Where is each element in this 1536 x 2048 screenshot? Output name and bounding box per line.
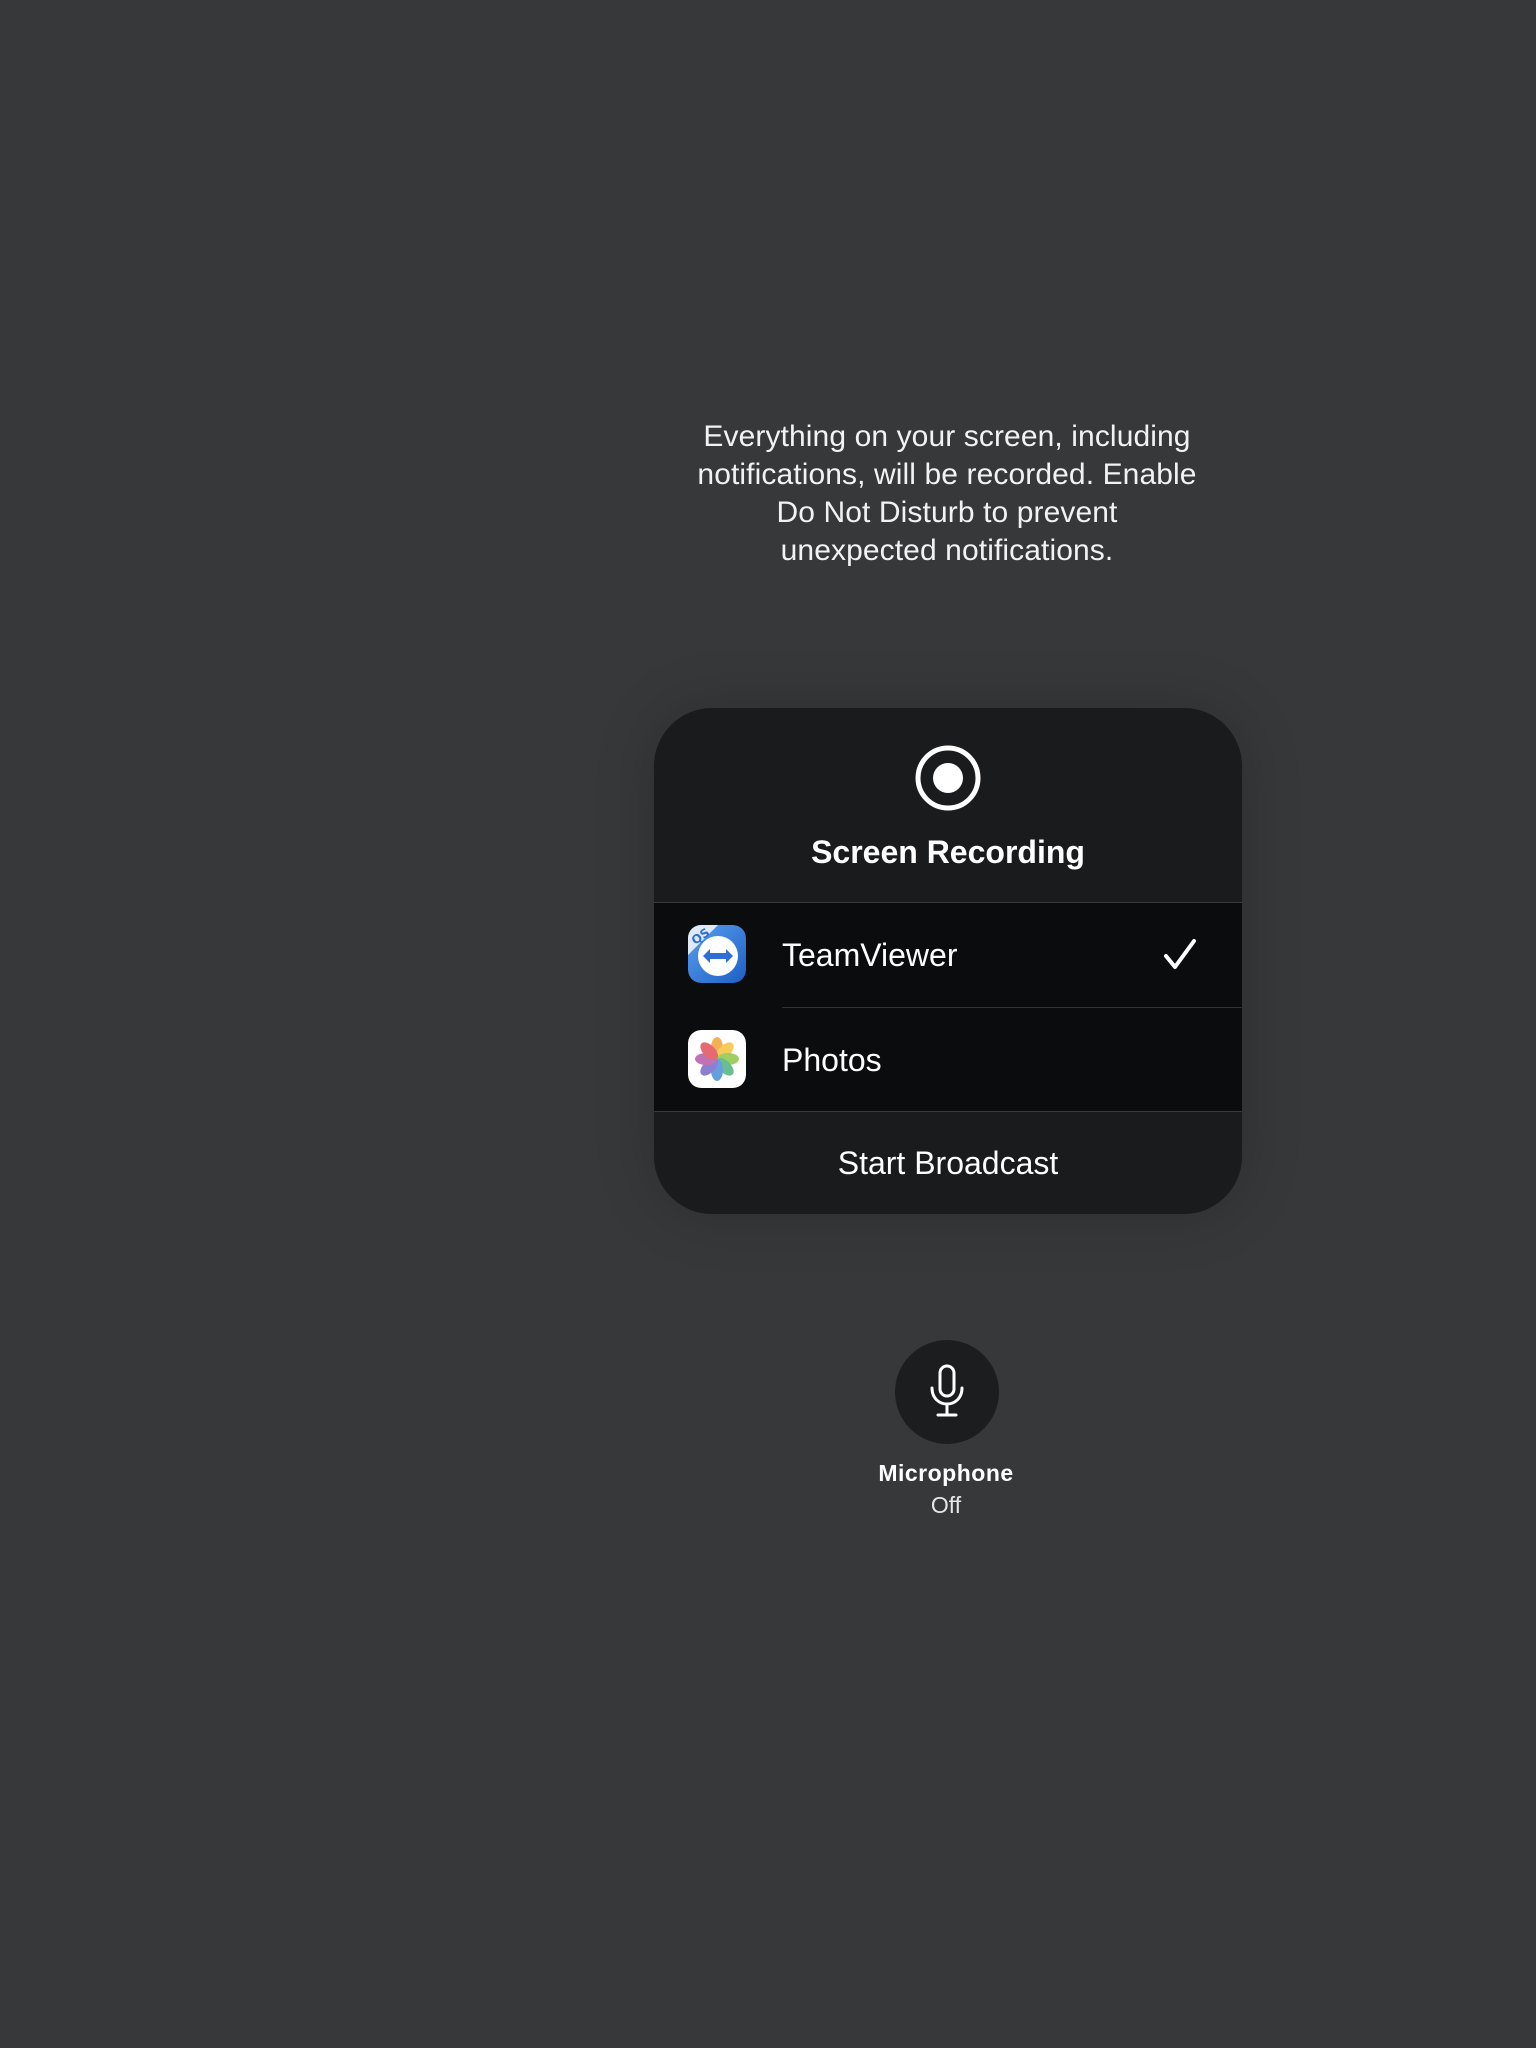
microphone-icon — [930, 1364, 964, 1417]
app-label-photos: Photos — [782, 1042, 882, 1078]
photos-icon — [688, 1030, 746, 1088]
app-label-teamviewer: TeamViewer — [782, 937, 958, 973]
notice-line: Do Not Disturb to prevent — [776, 496, 1118, 529]
notice-line: Everything on your screen, including — [703, 420, 1191, 453]
screen-recording-panel: Screen Recording QS TeamViewer Photos St… — [654, 708, 1242, 1214]
recording-notice: Everything on your screen, including not… — [660, 418, 1234, 570]
app-row-photos[interactable]: Photos — [654, 1008, 1242, 1112]
teamviewer-icon: QS — [688, 925, 746, 983]
notice-line: notifications, will be recorded. Enable — [697, 458, 1197, 491]
app-row-teamviewer[interactable]: QS TeamViewer — [654, 903, 1242, 1008]
start-broadcast-button[interactable]: Start Broadcast — [654, 1112, 1242, 1214]
microphone-toggle-button[interactable] — [895, 1340, 999, 1444]
panel-title: Screen Recording — [811, 834, 1085, 870]
notice-line: unexpected notifications. — [780, 534, 1114, 567]
record-icon — [915, 745, 981, 811]
microphone-label: Microphone — [878, 1460, 1014, 1486]
broadcast-app-list: QS TeamViewer Photos — [654, 903, 1242, 1111]
microphone-status: Off — [930, 1492, 962, 1518]
panel-header: Screen Recording — [654, 708, 1242, 903]
checkmark-icon — [1164, 939, 1196, 969]
